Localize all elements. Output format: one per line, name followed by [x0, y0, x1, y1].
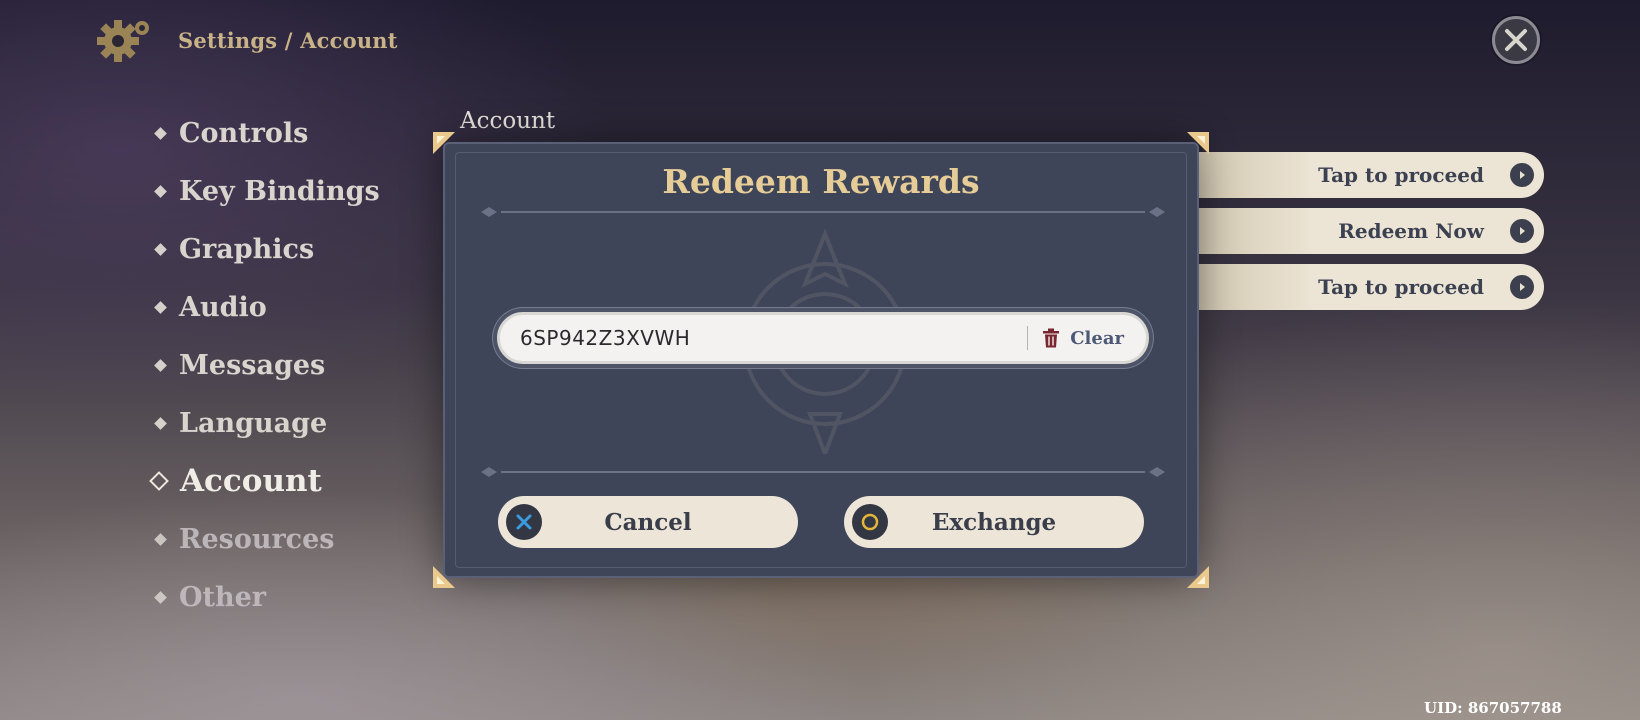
tap-to-proceed-button[interactable]: Tap to proceed	[1160, 152, 1544, 198]
header: Settings / Account	[96, 14, 398, 66]
bullet-icon	[154, 416, 167, 430]
cancel-label: Cancel	[604, 508, 692, 536]
divider	[481, 467, 1165, 477]
nav-item-key-bindings[interactable]: Key Bindings	[154, 162, 380, 220]
exchange-label: Exchange	[931, 508, 1057, 536]
nav-item-audio[interactable]: Audio	[154, 278, 380, 336]
button-label: Tap to proceed	[1318, 163, 1484, 187]
nav-item-label: Resources	[179, 523, 335, 555]
nav-item-label: Graphics	[179, 233, 315, 265]
bullet-icon	[154, 532, 167, 546]
clear-label: Clear	[1070, 327, 1124, 349]
clear-button[interactable]: Clear	[1028, 315, 1146, 361]
redeem-code-input[interactable]	[500, 315, 1028, 361]
nav-item-account[interactable]: Account	[149, 452, 380, 510]
divider	[481, 207, 1165, 217]
redeem-code-field: Clear	[497, 312, 1149, 364]
nav-item-label: Key Bindings	[179, 175, 380, 207]
nav-item-label: Audio	[179, 291, 267, 323]
corner-ornament-icon	[1187, 566, 1209, 588]
corner-ornament-icon	[1187, 132, 1209, 154]
nav-item-messages[interactable]: Messages	[154, 336, 380, 394]
bullet-icon	[154, 358, 167, 372]
tap-to-proceed-button[interactable]: Tap to proceed	[1160, 264, 1544, 310]
exchange-button[interactable]: Exchange	[844, 496, 1144, 548]
corner-ornament-icon	[433, 566, 455, 588]
section-heading: Account	[460, 108, 556, 134]
nav-item-language[interactable]: Language	[154, 394, 380, 452]
circle-icon	[852, 504, 888, 540]
nav-item-label: Other	[179, 581, 267, 613]
settings-nav: Controls Key Bindings Graphics Audio Mes…	[149, 104, 380, 626]
corner-ornament-icon	[433, 132, 455, 154]
arrow-right-icon	[1510, 275, 1534, 299]
nav-item-label: Account	[180, 463, 322, 499]
nav-item-graphics[interactable]: Graphics	[154, 220, 380, 278]
arrow-right-icon	[1510, 163, 1534, 187]
bullet-icon	[154, 242, 167, 256]
button-label: Redeem Now	[1338, 219, 1484, 243]
gear-icon	[96, 15, 156, 65]
bullet-icon	[154, 590, 167, 604]
nav-item-label: Messages	[179, 349, 326, 381]
diamond-icon	[149, 471, 169, 491]
nav-item-label: Language	[179, 407, 328, 439]
redeem-rewards-dialog: Redeem Rewards Clear Cancel	[433, 132, 1209, 588]
nav-item-other[interactable]: Other	[154, 568, 380, 626]
arrow-right-icon	[1510, 219, 1534, 243]
nav-item-resources[interactable]: Resources	[154, 510, 380, 568]
bullet-icon	[154, 126, 167, 140]
nav-item-controls[interactable]: Controls	[154, 104, 380, 162]
bullet-icon	[154, 184, 167, 198]
breadcrumb: Settings / Account	[178, 27, 398, 53]
close-button[interactable]	[1492, 16, 1540, 64]
bullet-icon	[154, 300, 167, 314]
trash-icon	[1043, 328, 1060, 348]
close-icon	[1505, 29, 1527, 51]
button-label: Tap to proceed	[1318, 275, 1484, 299]
nav-item-label: Controls	[179, 117, 309, 149]
uid-label: UID: 867057788	[1424, 699, 1562, 717]
redeem-now-button[interactable]: Redeem Now	[1160, 208, 1544, 254]
cancel-button[interactable]: Cancel	[498, 496, 798, 548]
cross-icon	[506, 504, 542, 540]
dialog-title: Redeem Rewards	[662, 162, 980, 201]
